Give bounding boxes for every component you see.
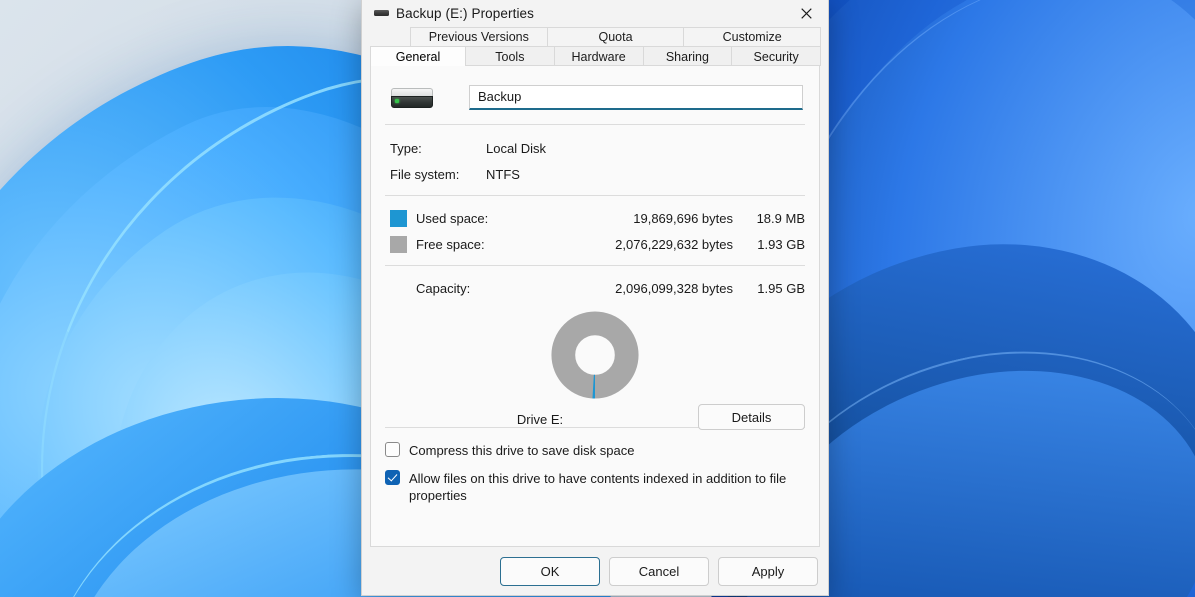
ok-button[interactable]: OK bbox=[500, 557, 600, 586]
space-bytes: 2,076,229,632 bytes bbox=[615, 236, 733, 252]
details-button[interactable]: Details bbox=[698, 404, 805, 430]
tab-label: Security bbox=[753, 49, 799, 64]
tab-general[interactable]: General bbox=[370, 46, 466, 66]
space-label: Free space: bbox=[416, 236, 485, 252]
tab-label: Sharing bbox=[665, 49, 709, 64]
capacity-row: Capacity: 2,096,099,328 bytes 1.95 GB bbox=[385, 275, 805, 301]
tab-label: Quota bbox=[598, 30, 633, 44]
tab-sharing[interactable]: Sharing bbox=[642, 46, 733, 66]
tab-security[interactable]: Security bbox=[731, 46, 821, 66]
volume-name-input[interactable]: Backup bbox=[469, 84, 803, 110]
title-bar: Backup (E:) Properties bbox=[362, 0, 828, 27]
tab-tools[interactable]: Tools bbox=[465, 46, 555, 66]
capacity-size: 1.95 GB bbox=[757, 280, 805, 296]
volume-name-value: Backup bbox=[478, 89, 522, 104]
info-value: NTFS bbox=[486, 166, 520, 182]
cancel-button[interactable]: Cancel bbox=[609, 557, 709, 586]
info-value: Local Disk bbox=[486, 140, 546, 156]
desktop-background: Backup (E:) Properties Previous Versions… bbox=[0, 0, 1195, 597]
space-usage-block: Used space: 19,869,696 bytes 18.9 MB Fre… bbox=[385, 196, 805, 265]
external-drive-icon bbox=[372, 6, 390, 20]
tab-row-upper: Previous Versions Quota Customize bbox=[370, 27, 822, 46]
tab-quota[interactable]: Quota bbox=[546, 27, 685, 46]
space-bytes: 19,869,696 bytes bbox=[633, 210, 733, 226]
capacity-block: Capacity: 2,096,099,328 bytes 1.95 GB bbox=[385, 266, 805, 305]
free-space-swatch-icon bbox=[390, 235, 407, 253]
index-checkbox[interactable] bbox=[385, 470, 400, 485]
general-tab-panel: Backup Type: Local Disk File system: NTF… bbox=[370, 65, 820, 547]
compress-checkbox-label: Compress this drive to save disk space bbox=[409, 443, 635, 458]
space-row-free: Free space: 2,076,229,632 bytes 1.93 GB bbox=[385, 231, 805, 257]
space-row-used: Used space: 19,869,696 bytes 18.9 MB bbox=[385, 205, 805, 231]
info-key: File system: bbox=[390, 166, 460, 182]
tab-strip: Previous Versions Quota Customize Genera… bbox=[362, 27, 828, 66]
close-icon[interactable] bbox=[784, 0, 828, 27]
tab-customize[interactable]: Customize bbox=[683, 27, 822, 46]
checkbox-row-compress[interactable]: Compress this drive to save disk space bbox=[385, 442, 805, 459]
info-row-filesystem: File system: NTFS bbox=[385, 161, 805, 187]
disk-usage-chart: Drive E: Details bbox=[385, 309, 805, 430]
space-label: Used space: bbox=[416, 210, 489, 226]
tab-label: General bbox=[395, 49, 441, 64]
external-drive-icon bbox=[389, 80, 435, 114]
checkbox-row-index[interactable]: Allow files on this drive to have conten… bbox=[385, 470, 805, 504]
tab-label: Tools bbox=[495, 49, 525, 64]
tab-previous-versions[interactable]: Previous Versions bbox=[410, 27, 548, 46]
info-row-type: Type: Local Disk bbox=[385, 135, 805, 161]
chart-footer: Drive E: Details bbox=[385, 404, 805, 430]
window-title: Backup (E:) Properties bbox=[396, 5, 535, 21]
used-space-swatch-icon bbox=[390, 209, 407, 227]
capacity-label: Capacity: bbox=[416, 280, 471, 296]
tab-label: Previous Versions bbox=[428, 30, 529, 44]
disk-usage-donut-chart bbox=[551, 311, 639, 399]
compress-checkbox[interactable] bbox=[385, 442, 400, 457]
properties-dialog: Backup (E:) Properties Previous Versions… bbox=[361, 0, 829, 596]
index-checkbox-label: Allow files on this drive to have conten… bbox=[409, 471, 787, 503]
options-block: Compress this drive to save disk space A… bbox=[385, 428, 805, 504]
space-size: 1.93 GB bbox=[757, 236, 805, 252]
capacity-bytes: 2,096,099,328 bytes bbox=[615, 280, 733, 296]
apply-button[interactable]: Apply bbox=[718, 557, 818, 586]
tab-row-lower: General Tools Hardware Sharing Security bbox=[370, 46, 821, 66]
dialog-footer: OK Cancel Apply bbox=[362, 548, 828, 595]
tab-hardware[interactable]: Hardware bbox=[553, 46, 644, 66]
drive-info-block: Type: Local Disk File system: NTFS bbox=[385, 125, 805, 195]
info-key: Type: bbox=[390, 140, 422, 156]
tab-label: Customize bbox=[722, 30, 782, 44]
space-size: 18.9 MB bbox=[756, 210, 805, 226]
tab-label: Hardware bbox=[571, 49, 626, 64]
volume-name-row: Backup bbox=[385, 66, 805, 124]
